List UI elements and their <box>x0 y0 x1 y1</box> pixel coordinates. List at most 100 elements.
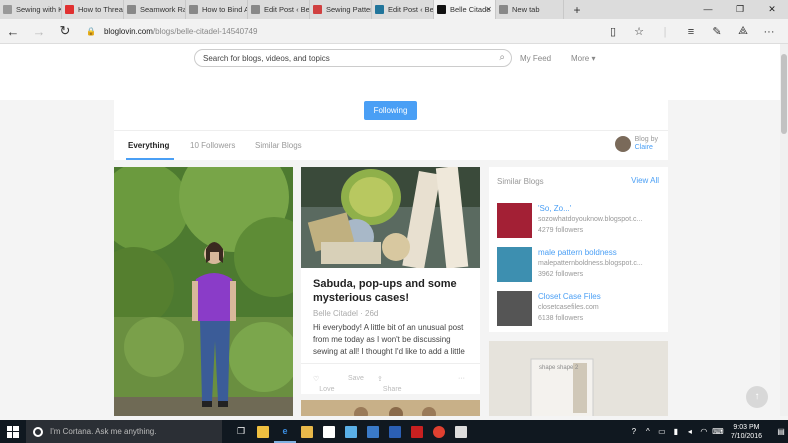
start-button[interactable] <box>0 420 26 443</box>
similar-blog-item[interactable]: Closet Case Files closetcasefiles.com 6138… <box>497 291 662 327</box>
tab-similar-blogs[interactable]: Similar Blogs <box>255 141 302 150</box>
post-title[interactable]: Sabuda, pop-ups and some mysterious case… <box>313 277 473 305</box>
store-icon[interactable] <box>318 420 340 443</box>
maximize-button[interactable]: ❐ <box>724 0 756 19</box>
browser-tab[interactable]: Sewing with Kn <box>0 0 62 19</box>
similar-blog-item[interactable]: male pattern boldness malepatternboldness… <box>497 247 662 283</box>
minimize-button[interactable]: — <box>692 0 724 19</box>
tab-label: New tab <box>512 5 540 14</box>
network-icon[interactable]: ▭ <box>655 427 669 436</box>
favorite-star-icon[interactable]: ☆ <box>626 25 652 38</box>
tab-label: Sewing with Kn <box>16 5 61 14</box>
blog-by[interactable]: Blog by Claire <box>614 136 658 152</box>
tab-label: Seamwork Rad <box>140 5 185 14</box>
similar-blog-followers: 6138 followers <box>538 315 584 322</box>
post-card[interactable]: Sabuda, pop-ups and some mysterious case… <box>301 167 480 394</box>
page-content: Search for blogs, videos, and topics ⌕ M… <box>0 44 780 416</box>
wifi-icon[interactable]: ◠ <box>697 427 711 436</box>
tab-everything[interactable]: Everything <box>128 141 169 150</box>
file-explorer-icon[interactable] <box>252 420 274 443</box>
similar-blog-thumbnail[interactable] <box>497 291 532 326</box>
close-window-button[interactable]: ✕ <box>756 0 788 19</box>
tab-favicon-icon <box>251 5 260 14</box>
hub-icon[interactable]: ≡ <box>678 26 704 38</box>
browser-tab[interactable]: How to Bind A <box>186 0 248 19</box>
cortana-search[interactable]: I'm Cortana. Ask me anything. <box>26 420 222 443</box>
word-icon[interactable] <box>384 420 406 443</box>
chrome-icon[interactable] <box>428 420 450 443</box>
folder-icon[interactable] <box>296 420 318 443</box>
similar-blog-thumbnail[interactable] <box>497 247 532 282</box>
post-more-button[interactable]: ··· <box>458 375 465 382</box>
task-view-icon[interactable]: ❐ <box>230 420 252 443</box>
browser-tab[interactable]: Edit Post ‹ Belle <box>372 0 434 19</box>
site-header: Search for blogs, videos, and topics ⌕ M… <box>0 44 780 100</box>
love-button[interactable]: ♡ Love <box>313 375 334 393</box>
page-scrollbar[interactable] <box>780 44 788 416</box>
view-all-link[interactable]: View All <box>631 176 659 185</box>
tab-followers[interactable]: 10 Followers <box>190 141 235 150</box>
browser-tab[interactable]: How to Thread <box>62 0 124 19</box>
volume-icon[interactable]: ◂ <box>683 427 697 436</box>
similar-blogs-panel: Similar Blogs View All 'So, Zo...' sozowh… <box>489 167 668 332</box>
edge-icon[interactable]: e <box>274 420 296 443</box>
more-menu-icon[interactable]: ··· <box>756 26 782 38</box>
garden-photo <box>114 167 293 416</box>
browser-tab[interactable]: Sewing Pattern <box>310 0 372 19</box>
tab-favicon-icon <box>189 5 198 14</box>
search-icon[interactable]: ⌕ <box>499 52 505 63</box>
web-note-icon[interactable]: ✎ <box>704 25 730 38</box>
following-button[interactable]: Following <box>364 101 417 120</box>
post-photo-book[interactable]: shape shape 2 <box>489 341 668 416</box>
post-author[interactable]: Belle Citadel <box>313 309 358 318</box>
app-icon[interactable] <box>340 420 362 443</box>
love-label: Love <box>319 386 335 393</box>
url-field[interactable]: 🔒 bloglovin.com/blogs/belle-citadel-1454… <box>86 27 257 36</box>
url-domain: bloglovin.com <box>103 26 153 36</box>
close-tab-icon[interactable]: ✕ <box>485 5 492 14</box>
clock[interactable]: 9:03 PM 7/10/2016 <box>731 423 762 441</box>
mail-icon[interactable] <box>362 420 384 443</box>
tab-favicon-icon <box>313 5 322 14</box>
scrollbar-thumb[interactable] <box>781 54 787 134</box>
share-button[interactable]: ⇪ Share <box>377 375 402 393</box>
photos-icon[interactable] <box>450 420 472 443</box>
browser-tab[interactable]: Edit Post ‹ Belle <box>248 0 310 19</box>
post-actions: ♡ Love Save ⇪ Share ··· <box>301 363 480 394</box>
more-menu[interactable]: More ▾ <box>571 54 595 63</box>
show-hidden-icons[interactable]: ^ <box>641 427 655 436</box>
reading-view-icon[interactable]: ▯ <box>600 25 626 38</box>
action-center-icon[interactable]: ▤ <box>774 427 788 436</box>
next-post-image[interactable] <box>301 400 480 416</box>
browser-tab[interactable]: New tab <box>496 0 564 19</box>
tab-label: How to Bind A <box>202 5 248 14</box>
similar-blog-item[interactable]: 'So, Zo...' sozowhatdoyouknow.blogspot.c.… <box>497 203 662 239</box>
back-button[interactable]: ← <box>0 24 26 39</box>
forward-button[interactable]: → <box>26 24 52 39</box>
windows-logo-icon <box>7 425 19 438</box>
share-icon[interactable]: ⟁ <box>730 25 756 38</box>
help-icon[interactable]: ? <box>627 427 641 436</box>
browser-tools: ▯ ☆ | ≡ ✎ ⟁ ··· <box>600 19 782 44</box>
refresh-button[interactable]: ↻ <box>52 23 78 39</box>
save-button[interactable]: Save <box>348 375 364 382</box>
keyboard-icon[interactable]: ⌨ <box>711 427 725 436</box>
profile-tabs: Everything 10 Followers Similar Blogs Bl… <box>114 130 668 160</box>
acrobat-icon[interactable] <box>406 420 428 443</box>
similar-blog-name[interactable]: 'So, Zo...' <box>538 204 571 213</box>
my-feed-link[interactable]: My Feed <box>520 54 551 63</box>
next-post-thumbnail <box>301 400 480 416</box>
battery-icon[interactable]: ▮ <box>669 427 683 436</box>
similar-blog-name[interactable]: Closet Case Files <box>538 292 601 301</box>
browser-tab[interactable]: Belle Citade ✕ <box>434 0 496 19</box>
scroll-to-top-button[interactable]: ↑ <box>746 386 768 408</box>
similar-blog-name[interactable]: male pattern boldness <box>538 248 617 257</box>
blog-by-name[interactable]: Claire <box>635 144 658 152</box>
browser-tab[interactable]: Seamwork Rad <box>124 0 186 19</box>
similar-blog-thumbnail[interactable] <box>497 203 532 238</box>
browser-tab-bar: Sewing with Kn How to Thread Seamwork Rad H… <box>0 0 788 19</box>
post-excerpt: Hi everybody! A little bit of an unusual… <box>313 323 465 356</box>
search-input[interactable]: Search for blogs, videos, and topics ⌕ <box>194 49 512 67</box>
post-photo-person[interactable] <box>114 167 293 416</box>
new-tab-button[interactable]: + <box>564 3 590 17</box>
